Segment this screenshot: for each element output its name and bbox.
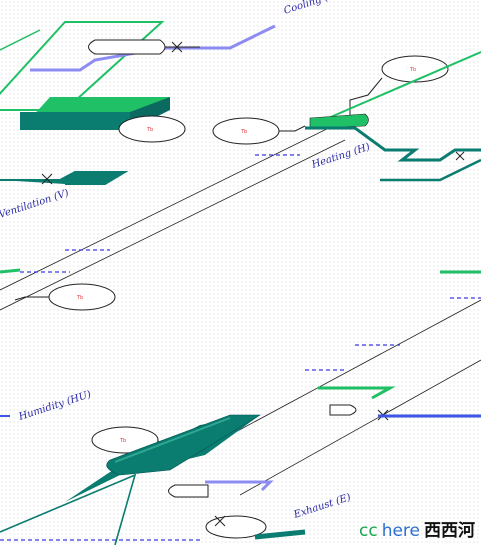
watermark-logo: cc here 西西河 bbox=[359, 521, 475, 541]
label-cooling: Cooling (C) bbox=[283, 0, 341, 17]
watermark-cc: cc bbox=[358, 521, 378, 541]
label-heating: Heating (H) bbox=[310, 142, 372, 171]
label-ventilation: Ventilation (V) bbox=[0, 188, 70, 221]
teal-duct-bottom bbox=[0, 473, 137, 545]
valve-tag-label: Tb bbox=[146, 127, 153, 133]
valve-ellipse-1: Tb bbox=[118, 115, 186, 143]
label-humidity: Humidity (HU) bbox=[17, 389, 93, 423]
watermark-here: here bbox=[381, 521, 420, 541]
valve-ellipse-2: Tb bbox=[212, 117, 306, 145]
valve-tag-label: Tb bbox=[240, 129, 247, 135]
watermark-chinese: 西西河 bbox=[424, 521, 475, 541]
teal-duct-right-lower bbox=[380, 158, 481, 182]
valve-tag-label: Tb bbox=[409, 67, 416, 73]
valve-tag-label: Tb bbox=[119, 438, 126, 444]
green-stub-left bbox=[0, 268, 21, 274]
green-small-tank bbox=[309, 113, 369, 129]
lavender-duct-bottom bbox=[205, 480, 274, 492]
duct-cylinder-bottom bbox=[65, 414, 262, 502]
label-exhaust: Exhaust (E) bbox=[292, 492, 353, 521]
green-duct-outline-top bbox=[0, 21, 165, 111]
teal-duct-left bbox=[0, 171, 129, 185]
valve-cross-icon bbox=[455, 151, 465, 161]
valve-ellipse-3: Tb bbox=[349, 55, 449, 115]
capsule-top bbox=[88, 39, 200, 55]
valve-tag-label: Tb bbox=[76, 295, 83, 301]
hvac-isometric-diagram: Tb Tb Tb Tb Tb Cooling (C) Heating (H) V… bbox=[0, 0, 481, 545]
green-duct-bottom bbox=[318, 386, 396, 400]
valve-ellipse-4: Tb bbox=[14, 283, 116, 311]
green-duct-edge bbox=[0, 29, 41, 51]
